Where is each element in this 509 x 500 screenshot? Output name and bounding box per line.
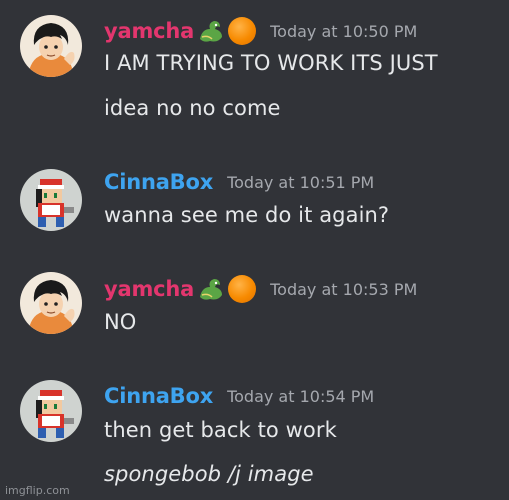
message-header: yamcha Today at 10:53 PM: [104, 274, 417, 304]
orange-circle-icon: [228, 17, 257, 45]
orange-circle-icon: [228, 275, 257, 303]
timestamp: Today at 10:53 PM: [270, 279, 418, 299]
username-yamcha[interactable]: yamcha: [104, 277, 194, 301]
timestamp: Today at 10:54 PM: [227, 386, 375, 406]
message-header: yamcha Today at 10:50 PM: [104, 16, 417, 46]
username-cinnabox[interactable]: CinnaBox: [104, 384, 213, 408]
message-text: wanna see me do it again?: [104, 203, 390, 227]
message-text: NO: [104, 310, 137, 334]
username-yamcha[interactable]: yamcha: [104, 19, 194, 43]
message-header: CinnaBox Today at 10:51 PM: [104, 167, 374, 197]
dragon-emoji-icon: [196, 17, 226, 45]
cinnabox-avatar[interactable]: [20, 380, 82, 442]
yamcha-avatar[interactable]: [20, 272, 82, 334]
yamcha-avatar[interactable]: [20, 15, 82, 77]
message-text: spongebob /j image: [104, 462, 314, 486]
username-cinnabox[interactable]: CinnaBox: [104, 170, 213, 194]
timestamp: Today at 10:50 PM: [270, 21, 418, 41]
cinnabox-avatar[interactable]: [20, 169, 82, 231]
timestamp: Today at 10:51 PM: [227, 172, 375, 192]
dragon-emoji-icon: [196, 275, 226, 303]
message-text: I AM TRYING TO WORK ITS JUST: [104, 51, 438, 75]
message-header: CinnaBox Today at 10:54 PM: [104, 381, 374, 411]
message-text: then get back to work: [104, 418, 337, 442]
message-text: idea no no come: [104, 96, 281, 120]
imgflip-watermark: imgflip.com: [5, 484, 70, 497]
